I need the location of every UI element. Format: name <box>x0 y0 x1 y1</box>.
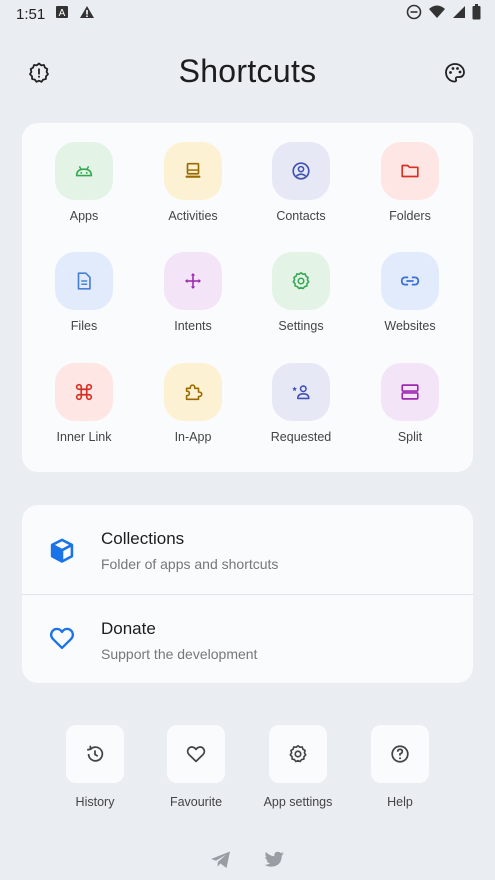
page-title: Shortcuts <box>178 53 317 89</box>
warning-icon <box>79 5 95 23</box>
help-icon <box>391 745 409 763</box>
grid-item-inner-link[interactable]: Inner Link <box>30 344 138 454</box>
favourite-label: Favourite <box>169 795 223 809</box>
app-settings-tile <box>269 725 327 783</box>
wifi-icon <box>428 5 446 23</box>
theme-button[interactable] <box>440 58 470 88</box>
help-label: Help <box>387 795 413 809</box>
command-icon <box>75 383 93 401</box>
grid-item-split[interactable]: Split <box>356 344 464 454</box>
intents-tile <box>164 252 222 310</box>
grid-item-apps[interactable]: Apps <box>30 123 138 233</box>
grid-item-label: Split <box>397 430 423 444</box>
grid-item-label: Intents <box>174 319 212 333</box>
inner-link-tile <box>55 363 113 421</box>
palette-icon <box>445 63 465 83</box>
grid-item-contacts[interactable]: Contacts <box>247 123 355 233</box>
grid-item-label: Requested <box>270 430 332 444</box>
websites-tile <box>381 252 439 310</box>
donate-row[interactable]: Donate Support the development <box>22 595 473 683</box>
donate-title: Donate <box>101 619 156 638</box>
requested-tile <box>272 363 330 421</box>
favourite-tile <box>167 725 225 783</box>
extras-card: Collections Folder of apps and shortcuts… <box>22 505 473 683</box>
status-time: 1:51 <box>16 5 46 23</box>
dnd-icon <box>406 4 422 24</box>
grid-item-in-app[interactable]: In-App <box>139 344 247 454</box>
folders-tile <box>381 142 439 200</box>
help-tile <box>371 725 429 783</box>
activities-tile <box>164 142 222 200</box>
help-button[interactable]: Help <box>350 725 450 809</box>
grid-item-label: Folders <box>389 209 431 223</box>
grid-item-label: In-App <box>174 430 212 444</box>
link-icon <box>400 276 420 286</box>
donate-subtitle: Support the development <box>101 646 258 662</box>
app-settings-label: App settings <box>263 795 333 809</box>
favourite-button[interactable]: Favourite <box>146 725 246 809</box>
telegram-icon[interactable] <box>208 848 234 872</box>
shortcut-types-card: Apps Activities Contacts Folders Files I… <box>22 123 473 472</box>
folder-icon <box>401 164 419 178</box>
move-arrows-icon <box>185 273 201 289</box>
box-icon <box>50 538 74 563</box>
grid-item-files[interactable]: Files <box>30 233 138 343</box>
history-tile <box>66 725 124 783</box>
history-button[interactable]: History <box>45 725 145 809</box>
gear-icon <box>289 744 307 763</box>
twitter-icon[interactable] <box>261 848 287 872</box>
notification-icon: A <box>55 5 69 23</box>
grid-item-label: Settings <box>278 319 324 333</box>
grid-item-folders[interactable]: Folders <box>356 123 464 233</box>
grid-item-intents[interactable]: Intents <box>139 233 247 343</box>
collections-title: Collections <box>101 529 185 548</box>
contacts-tile <box>272 142 330 200</box>
settings-tile <box>272 252 330 310</box>
in-app-tile <box>164 363 222 421</box>
apps-tile <box>55 142 113 200</box>
svg-text:A: A <box>59 8 66 19</box>
android-icon <box>75 166 93 177</box>
app-settings-button[interactable]: App settings <box>248 725 348 809</box>
history-icon <box>87 745 104 762</box>
activities-icon <box>185 162 201 178</box>
grid-item-label: Inner Link <box>56 430 112 444</box>
person-star-icon <box>292 385 310 400</box>
files-tile <box>55 252 113 310</box>
grid-item-label: Websites <box>384 319 436 333</box>
grid-item-label: Files <box>70 319 98 333</box>
split-tile <box>381 363 439 421</box>
gear-icon <box>292 271 310 290</box>
puzzle-icon <box>185 384 203 401</box>
collections-subtitle: Folder of apps and shortcuts <box>101 556 279 572</box>
signal-icon <box>452 5 466 23</box>
history-label: History <box>75 795 115 809</box>
grid-item-label: Apps <box>69 209 99 223</box>
grid-item-label: Contacts <box>276 209 326 223</box>
grid-item-websites[interactable]: Websites <box>356 233 464 343</box>
contact-icon <box>292 162 310 180</box>
heart-icon <box>49 627 75 650</box>
grid-item-settings[interactable]: Settings <box>247 233 355 343</box>
grid-item-requested[interactable]: Requested <box>247 344 355 454</box>
heart-icon <box>186 746 206 763</box>
split-icon <box>401 384 419 400</box>
status-bar: 1:51 A <box>0 0 495 28</box>
status-right <box>406 4 481 24</box>
file-icon <box>77 272 91 290</box>
status-left: 1:51 A <box>16 5 95 23</box>
battery-icon <box>472 4 481 24</box>
grid-item-activities[interactable]: Activities <box>139 123 247 233</box>
collections-row[interactable]: Collections Folder of apps and shortcuts <box>22 505 473 593</box>
grid-item-label: Activities <box>168 209 218 223</box>
app-bar: Shortcuts <box>0 50 495 96</box>
